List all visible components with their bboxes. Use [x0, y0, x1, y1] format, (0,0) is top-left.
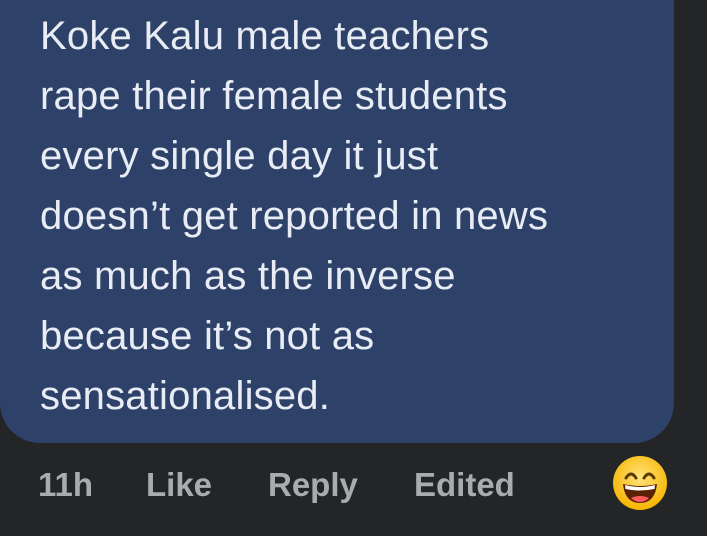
reply-button[interactable]: Reply — [268, 465, 358, 505]
comment-line: every single day it just — [40, 134, 439, 178]
comment-text: Koke Kalu male teachers rape their femal… — [40, 6, 650, 426]
grinning-face-emoji-icon[interactable] — [612, 455, 668, 511]
comment-actions-bar: 11h Like Reply Edited — [0, 455, 707, 517]
like-button[interactable]: Like — [146, 465, 212, 505]
comment-line: sensationalised. — [40, 374, 331, 418]
edited-label[interactable]: Edited — [414, 465, 515, 505]
comment-timestamp[interactable]: 11h — [38, 465, 93, 505]
comment-line: rape their female students — [40, 74, 508, 118]
comment-line: as much as the inverse — [40, 254, 456, 298]
comment-line: because it’s not as — [40, 314, 375, 358]
comment-line: doesn’t get reported in news — [40, 194, 549, 238]
comment-bubble: Koke Kalu male teachers rape their femal… — [0, 0, 674, 443]
comment-line: Koke Kalu male teachers — [40, 14, 490, 58]
